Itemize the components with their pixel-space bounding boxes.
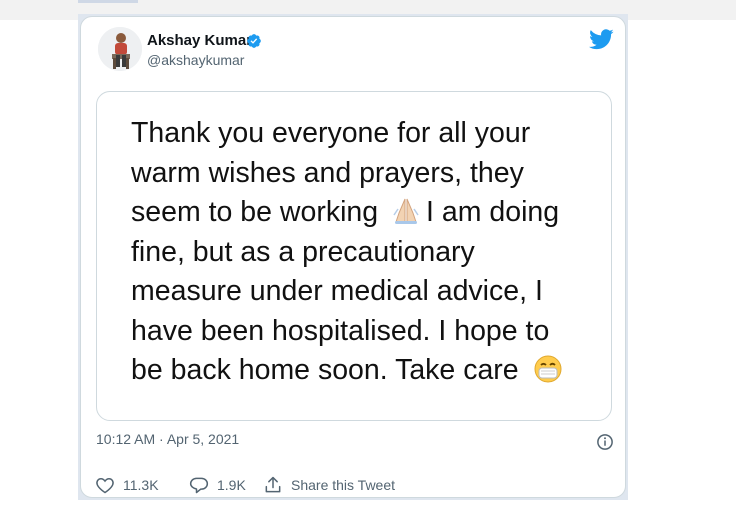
media-text-line: fine, but as a precautionary <box>131 235 475 268</box>
top-accent-strip <box>78 0 138 3</box>
media-text-line: warm wishes and prayers, they <box>131 156 524 189</box>
like-count: 11.3K <box>123 477 159 493</box>
media-text-line: be back home soon. Take care <box>131 351 611 391</box>
share-label: Share this Tweet <box>291 477 396 493</box>
share-button[interactable]: Share this Tweet <box>263 475 395 495</box>
verified-badge-icon <box>247 34 261 48</box>
share-upload-icon <box>265 476 281 493</box>
like-button[interactable]: 11.3K <box>95 475 159 495</box>
info-icon[interactable] <box>596 433 614 451</box>
person-avatar-image <box>98 27 142 71</box>
author-name[interactable]: Akshay Kumar <box>147 32 252 50</box>
avatar[interactable] <box>98 27 142 71</box>
reply-count: 1.9K <box>217 477 246 493</box>
reply-button[interactable]: 1.9K <box>189 475 246 495</box>
tweet-timestamp[interactable]: 10:12 AM · Apr 5, 2021 <box>96 431 239 447</box>
media-text-segment: seem to be working <box>131 196 379 228</box>
author-handle[interactable]: @akshaykumar <box>147 52 244 68</box>
media-text-line: measure under medical advice, I <box>131 275 543 307</box>
media-text-segment: be back home soon. Take care <box>131 354 519 386</box>
folded-hands-emoji <box>393 198 419 224</box>
twitter-bird-icon[interactable] <box>589 29 614 50</box>
media-text-line: have been hospitalised. I hope to <box>131 314 550 347</box>
media-text-segment: I am doing <box>426 196 560 228</box>
tweet-card[interactable]: Akshay Kumar @akshaykumar Thank you ever… <box>80 16 626 498</box>
heart-icon <box>96 477 114 494</box>
speech-bubble-icon <box>189 477 209 494</box>
media-text-line: seem to be working I am doing <box>131 193 611 233</box>
tweet-embed-frame: Akshay Kumar @akshaykumar Thank you ever… <box>78 14 628 500</box>
tweet-media-image[interactable]: Thank you everyone for all your warm wis… <box>96 91 612 421</box>
face-with-medical-mask-emoji <box>534 355 562 383</box>
media-text-block: Thank you everyone for all your warm wis… <box>131 114 611 391</box>
media-text-line: Thank you everyone for all your <box>131 117 531 149</box>
